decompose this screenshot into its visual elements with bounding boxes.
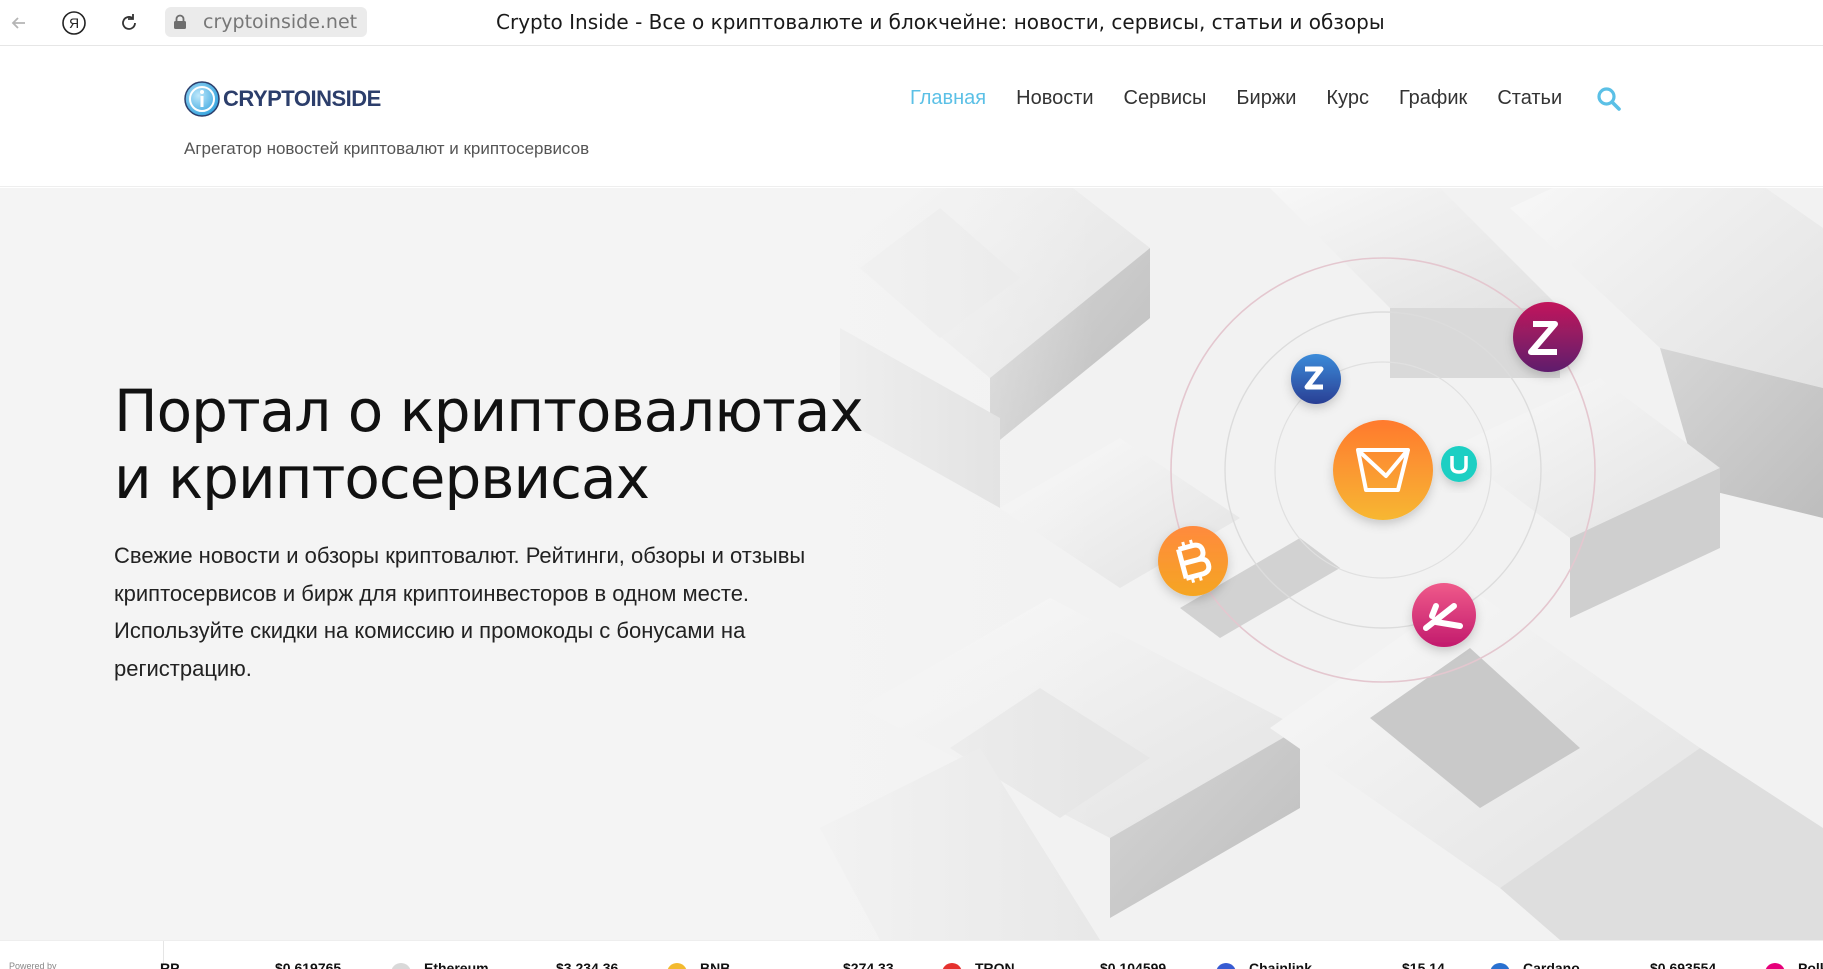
coin-purple <box>1513 302 1583 372</box>
nav-item-novosti[interactable]: Новости <box>1016 87 1093 110</box>
url-text[interactable]: cryptoinside.net <box>195 7 368 37</box>
coin-bitcoin <box>1158 526 1228 596</box>
search-icon[interactable] <box>1595 85 1623 113</box>
address-bar[interactable]: cryptoinside.net <box>165 7 368 37</box>
coin-blue <box>1291 354 1341 404</box>
hero-title: Портал о криптовалютах и криптосервисах <box>114 377 864 512</box>
ticker-item-price: $0.693554 <box>1650 960 1717 969</box>
logo-icon <box>184 81 220 117</box>
coin-center <box>1333 420 1433 520</box>
cardano-icon <box>1490 963 1510 969</box>
browser-page-title: Crypto Inside - Все о криптовалюте и бло… <box>496 10 1385 34</box>
ticker-item-price: $274.33 <box>843 960 894 969</box>
logo-text: CRYPTOINSIDE <box>223 86 381 111</box>
coin-teal <box>1441 446 1477 482</box>
nav-item-stati[interactable]: Статьи <box>1497 87 1562 110</box>
yandex-letter: Я <box>69 15 79 31</box>
yandex-icon[interactable]: Я <box>59 8 89 38</box>
price-ticker: Powered by RP $0.619765 Ethereum $3,234.… <box>0 940 1823 969</box>
nav-item-grafik[interactable]: График <box>1399 87 1467 110</box>
powered-by-label: Powered by <box>9 961 57 969</box>
lock-icon <box>165 7 195 37</box>
nav-item-birzhi[interactable]: Биржи <box>1236 87 1296 110</box>
ethereum-icon <box>391 963 411 969</box>
nav-item-glavnaya[interactable]: Главная <box>910 87 986 110</box>
main-nav: Главная Новости Сервисы Биржи Курс Графи… <box>910 87 1592 110</box>
ticker-item-name[interactable]: TRON <box>975 960 1015 969</box>
ticker-item-price: $0.619765 <box>275 960 342 969</box>
ticker-item-price: $3,234.36 <box>556 960 619 969</box>
ticker-item-price: $0.104599 <box>1100 960 1167 969</box>
bnb-icon <box>667 963 687 969</box>
browser-toolbar: Я cryptoinside.net Crypto Inside - Все о… <box>0 0 1823 46</box>
ticker-item-price: $15.14 <box>1402 960 1445 969</box>
ticker-item-name[interactable]: Polk <box>1798 960 1823 969</box>
ticker-item-name[interactable]: Chainlink <box>1249 960 1312 969</box>
hero-text-line1: Свежие новости и обзоры криптовалют. Рей… <box>114 543 806 606</box>
nav-item-servisy[interactable]: Сервисы <box>1124 87 1207 110</box>
site-tagline: Агрегатор новостей криптовалют и криптос… <box>184 139 590 158</box>
back-icon[interactable] <box>4 8 34 38</box>
ticker-item-name[interactable]: Ethereum <box>424 960 489 969</box>
chainlink-icon <box>1216 963 1236 969</box>
hero-section: Портал о криптовалютах и криптосервисах … <box>0 188 1823 940</box>
polkadot-icon <box>1765 963 1785 969</box>
reload-icon[interactable] <box>114 8 144 38</box>
site-header: CRYPTOINSIDE Агрегатор новостей криптова… <box>0 47 1823 187</box>
coin-pink <box>1412 583 1476 647</box>
nav-item-kurs[interactable]: Курс <box>1326 87 1369 110</box>
tron-icon <box>942 963 962 969</box>
hero-description: Свежие новости и обзоры криптовалют. Рей… <box>114 537 814 687</box>
ticker-item-name[interactable]: BNB <box>700 960 730 969</box>
hero-text-line2: Используйте скидки на комиссию и промоко… <box>114 618 746 681</box>
ticker-item-name[interactable]: Cardano <box>1523 960 1580 969</box>
ticker-item-name[interactable]: RP <box>160 960 179 969</box>
site-logo[interactable]: CRYPTOINSIDE <box>184 81 381 117</box>
